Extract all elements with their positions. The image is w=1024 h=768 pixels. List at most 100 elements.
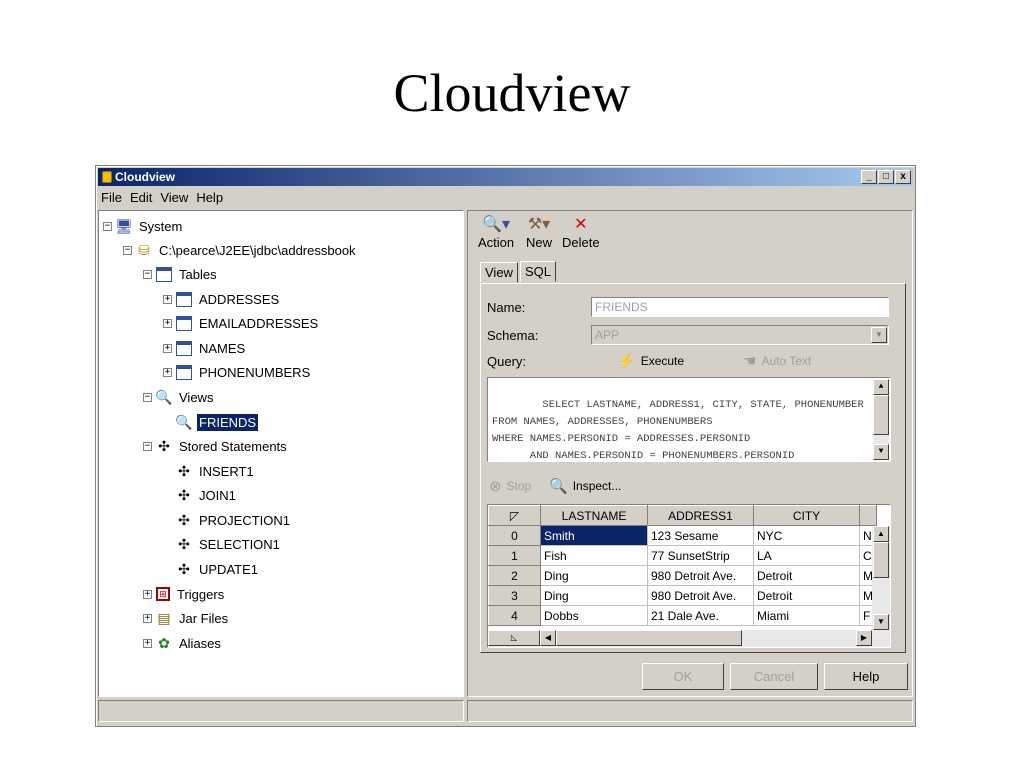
expand-toggle[interactable]: + (143, 638, 152, 648)
tree-label: PROJECTION1 (199, 512, 291, 528)
delete-button[interactable]: ✕ Delete (562, 215, 600, 250)
menu-edit[interactable]: Edit (127, 188, 157, 208)
table-cell[interactable]: Fish (540, 545, 648, 566)
table-cell[interactable]: 123 Sesame (647, 525, 754, 546)
table-row[interactable]: 2 Ding 980 Detroit Ave. Detroit M (488, 565, 877, 586)
menu-help[interactable]: Help (193, 188, 228, 208)
results-grid[interactable]: ◸ LASTNAME ADDRESS1 CITY 0 Smith 123 Ses… (487, 504, 891, 648)
expand-toggle[interactable]: + (163, 367, 172, 377)
grid-horizontal-scrollbar[interactable]: ◺ ◀ ▶ (488, 630, 890, 647)
table-cell[interactable]: NYC (753, 525, 860, 546)
table-cell[interactable]: 77 SunsetStrip (647, 545, 754, 566)
expand-toggle[interactable]: + (163, 294, 172, 304)
new-button[interactable]: ⚒▾ New (526, 215, 552, 250)
table-cell[interactable]: Ding (540, 585, 648, 606)
chevron-down-icon[interactable]: ▼ (871, 327, 887, 343)
collapse-toggle[interactable]: − (143, 269, 152, 279)
table-cell[interactable]: LA (753, 545, 860, 566)
column-header-state[interactable] (859, 505, 877, 526)
tree-node-statement[interactable]: ✣ UPDATE1 (163, 560, 260, 578)
view-icon: 🔍 (155, 389, 173, 405)
table-row[interactable]: 3 Ding 980 Detroit Ave. Detroit M (488, 585, 877, 606)
query-scrollbar[interactable]: ▲ ▼ (873, 379, 889, 460)
tree-node-statement[interactable]: ✣ SELECTION1 (163, 535, 282, 553)
title-bar[interactable]: Cloudview _ □ x (98, 168, 913, 186)
collapse-toggle[interactable]: − (103, 221, 112, 231)
tree-node-database[interactable]: − ⛁ C:\pearce\J2EE\jdbc\addressbook (123, 241, 358, 259)
statement-icon: ✣ (178, 487, 190, 503)
collapse-toggle[interactable]: − (143, 392, 152, 402)
scroll-up-icon[interactable]: ▲ (873, 526, 889, 542)
tree-node-statement[interactable]: ✣ PROJECTION1 (163, 511, 292, 529)
menu-view[interactable]: View (157, 188, 193, 208)
table-cell[interactable]: 980 Detroit Ave. (647, 585, 754, 606)
tree-node-tables[interactable]: − Tables (143, 265, 219, 283)
expand-toggle[interactable]: + (163, 318, 172, 328)
menu-file[interactable]: File (98, 188, 127, 208)
tree-node-aliases[interactable]: + ✿ Aliases (143, 634, 223, 652)
tab-sql[interactable]: SQL (519, 261, 556, 282)
ok-button[interactable]: OK (642, 663, 724, 690)
column-header-address1[interactable]: ADDRESS1 (647, 505, 754, 526)
tree-node-views[interactable]: − 🔍 Views (143, 388, 215, 406)
tree-node-statement[interactable]: ✣ INSERT1 (163, 462, 256, 480)
help-button[interactable]: Help (824, 663, 908, 690)
expand-toggle[interactable]: + (143, 613, 152, 623)
close-button[interactable]: x (895, 170, 911, 184)
execute-button[interactable]: ⚡ Execute (617, 352, 684, 370)
scroll-thumb[interactable] (556, 630, 742, 646)
inspect-button[interactable]: 🔍 Inspect... (549, 477, 621, 495)
statement-icon: ✣ (178, 561, 190, 577)
expand-toggle[interactable]: + (163, 343, 172, 353)
table-cell[interactable]: Smith (540, 525, 648, 546)
table-cell[interactable]: 980 Detroit Ave. (647, 565, 754, 586)
database-tree[interactable]: − 🖥 System − ⛁ C:\pearce\J2EE\jdbc\addre… (98, 210, 464, 697)
tree-node-stored-statements[interactable]: − ✣ Stored Statements (143, 437, 289, 455)
tab-view[interactable]: View (480, 262, 518, 283)
name-field[interactable]: FRIENDS (591, 297, 889, 317)
collapse-toggle[interactable]: − (123, 245, 132, 255)
tree-node-system[interactable]: − 🖥 System (103, 217, 184, 235)
table-cell[interactable]: Detroit (753, 585, 860, 606)
tree-node-table[interactable]: + ADDRESSES (163, 290, 281, 308)
table-row[interactable]: 1 Fish 77 SunsetStrip LA C (488, 545, 877, 566)
row-number: 0 (488, 525, 541, 546)
table-cell[interactable]: Detroit (753, 565, 860, 586)
statement-icon: ✣ (178, 512, 190, 528)
action-button[interactable]: 🔍▾ Action (478, 215, 514, 250)
expand-toggle[interactable]: + (143, 589, 152, 599)
column-header-lastname[interactable]: LASTNAME (540, 505, 648, 526)
tree-node-view-friends[interactable]: 🔍 FRIENDS (163, 413, 259, 431)
query-textarea[interactable]: SELECT LASTNAME, ADDRESS1, CITY, STATE, … (487, 377, 891, 462)
scroll-up-icon[interactable]: ▲ (873, 379, 889, 395)
tree-node-table[interactable]: + PHONENUMBERS (163, 363, 312, 381)
tree-node-statement[interactable]: ✣ JOIN1 (163, 486, 238, 504)
scroll-left-icon[interactable]: ◀ (540, 630, 556, 646)
schema-select[interactable]: APP ▼ (591, 325, 889, 345)
tree-node-jar-files[interactable]: + ▤ Jar Files (143, 609, 230, 627)
computer-icon: 🖥 (115, 218, 133, 234)
table-cell[interactable]: Dobbs (540, 605, 648, 626)
cancel-button[interactable]: Cancel (730, 663, 818, 690)
minimize-button[interactable]: _ (861, 170, 877, 184)
scroll-thumb[interactable] (873, 542, 889, 578)
tree-node-table[interactable]: + NAMES (163, 339, 247, 357)
table-row[interactable]: 0 Smith 123 Sesame NYC N (488, 525, 877, 546)
maximize-button[interactable]: □ (878, 170, 894, 184)
grid-vertical-scrollbar[interactable]: ▲ ▼ (872, 526, 890, 630)
table-row[interactable]: 4 Dobbs 21 Dale Ave. Miami F (488, 605, 877, 626)
scroll-right-icon[interactable]: ▶ (856, 630, 872, 646)
auto-text-button[interactable]: ☚ Auto Text (743, 352, 811, 370)
scroll-down-icon[interactable]: ▼ (873, 444, 889, 460)
collapse-toggle[interactable]: − (143, 441, 152, 451)
scroll-down-icon[interactable]: ▼ (873, 614, 889, 630)
table-cell[interactable]: Miami (753, 605, 860, 626)
stop-button[interactable]: ⊗ Stop (489, 477, 531, 495)
column-header-city[interactable]: CITY (753, 505, 860, 526)
tree-node-table[interactable]: + EMAILADDRESSES (163, 314, 320, 332)
tree-node-triggers[interactable]: + ⊞ Triggers (143, 585, 226, 603)
table-cell[interactable]: Ding (540, 565, 648, 586)
scroll-thumb[interactable] (873, 395, 889, 435)
table-cell[interactable]: 21 Dale Ave. (647, 605, 754, 626)
status-bar-right (467, 700, 913, 722)
